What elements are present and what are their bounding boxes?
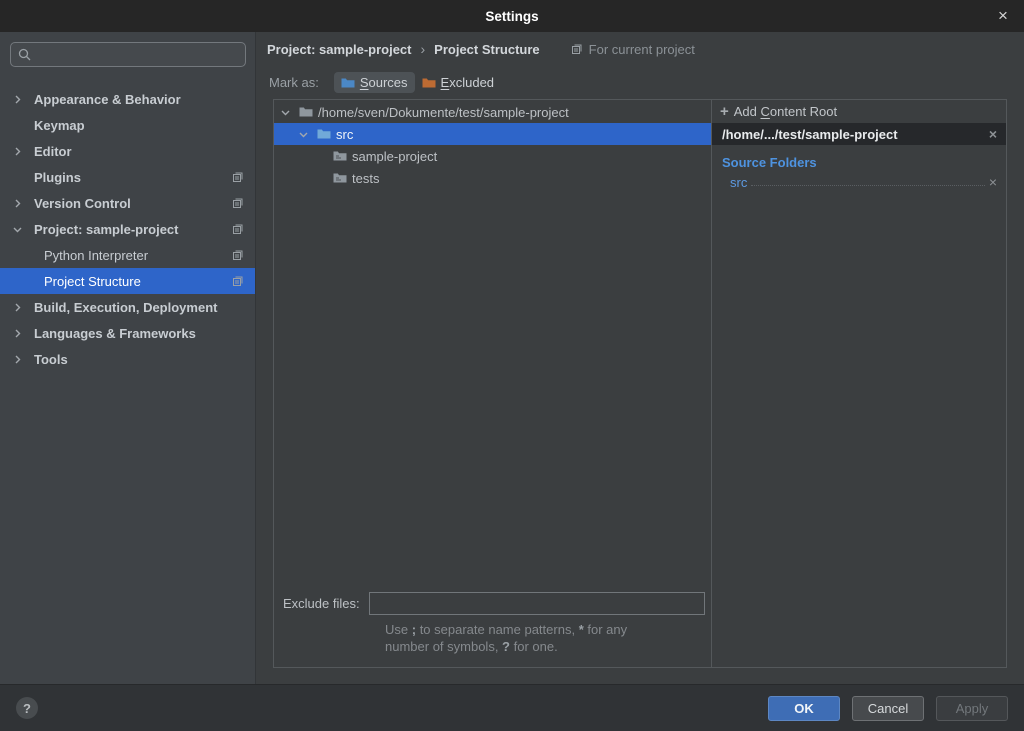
breadcrumb: Project: sample-project › Project Struct… — [256, 32, 1024, 66]
search-box[interactable] — [10, 42, 246, 67]
sidebar-item-keymap[interactable]: Keymap — [0, 112, 255, 138]
chevron-right-icon — [13, 303, 34, 312]
exclude-files-label: Exclude files: — [283, 596, 360, 611]
sidebar-item-label: Languages & Frameworks — [34, 326, 196, 341]
mark-as-excluded-button[interactable]: Excluded — [415, 72, 501, 93]
sidebar-item-version-control[interactable]: Version Control — [0, 190, 255, 216]
content-root-item[interactable]: /home/.../test/sample-project × — [712, 123, 1006, 145]
chevron-right-icon — [13, 329, 34, 338]
structure-panels: /home/sven/Dokumente/test/sample-project… — [273, 99, 1007, 668]
sidebar-item-label: Version Control — [34, 196, 131, 211]
content-roots-panel: + Add Content Root /home/.../test/sample… — [712, 100, 1006, 667]
per-project-badge-icon — [232, 249, 244, 261]
sidebar-item-label: Project Structure — [44, 274, 141, 289]
content-root-path: /home/.../test/sample-project — [722, 127, 898, 142]
sidebar-item-label: Keymap — [34, 118, 85, 133]
sidebar-item-label: Editor — [34, 144, 72, 159]
sidebar-item-label: Python Interpreter — [44, 248, 148, 263]
source-folder-name: src — [730, 175, 747, 190]
source-folder-icon — [317, 128, 331, 140]
scope-indicator: For current project — [571, 42, 695, 57]
main-panel: Project: sample-project › Project Struct… — [256, 32, 1024, 684]
dialog-footer: ? OK Cancel Apply — [0, 684, 1024, 731]
folder-icon — [333, 150, 347, 162]
per-project-badge-icon — [232, 197, 244, 209]
sidebar-item-tools[interactable]: Tools — [0, 346, 255, 372]
per-project-badge-icon — [232, 223, 244, 235]
search-icon — [18, 48, 31, 61]
tree-row-label: sample-project — [352, 149, 437, 164]
sidebar-item-python-interpreter[interactable]: Python Interpreter — [0, 242, 255, 268]
help-button[interactable]: ? — [16, 697, 38, 719]
sidebar-item-label: Build, Execution, Deployment — [34, 300, 217, 315]
sources-folder-icon — [341, 77, 355, 89]
sidebar-item-editor[interactable]: Editor — [0, 138, 255, 164]
tree-row-sample-project[interactable]: sample-project — [274, 145, 711, 167]
sidebar-item-label: Tools — [34, 352, 68, 367]
sidebar-item-label: Plugins — [34, 170, 81, 185]
tree-row-label: /home/sven/Dokumente/test/sample-project — [318, 105, 569, 120]
add-content-root-button[interactable]: + Add Content Root — [712, 100, 1006, 123]
sidebar-item-label: Project: sample-project — [34, 222, 179, 237]
mark-as-sources-button[interactable]: Sources — [334, 72, 415, 93]
source-folder-item[interactable]: src × — [712, 170, 1006, 190]
excluded-folder-icon — [422, 77, 436, 89]
add-content-root-label: Add Content Root — [734, 104, 837, 119]
chevron-right-icon — [13, 355, 34, 364]
window-title: Settings — [485, 9, 538, 24]
tree-row-src[interactable]: src — [274, 123, 711, 145]
mark-as-toolbar: Mark as: Sources Excluded — [256, 66, 1024, 99]
tree-row-content-root[interactable]: /home/sven/Dokumente/test/sample-project — [274, 101, 711, 123]
window-close-icon[interactable]: × — [991, 0, 1015, 32]
apply-button[interactable]: Apply — [936, 696, 1008, 721]
breadcrumb-page: Project Structure — [434, 42, 539, 57]
source-folders-heading: Source Folders — [712, 145, 1006, 170]
tree-row-label: src — [336, 127, 353, 142]
sources-label: Sources — [360, 75, 408, 90]
search-input[interactable] — [37, 47, 238, 62]
sidebar-nav: Appearance & Behavior Keymap Editor Plug… — [0, 86, 255, 372]
cancel-button[interactable]: Cancel — [852, 696, 924, 721]
plus-icon: + — [720, 103, 729, 120]
sidebar-item-project-structure[interactable]: Project Structure — [0, 268, 255, 294]
per-project-badge-icon — [571, 43, 583, 55]
tree-row-label: tests — [352, 171, 379, 186]
sidebar-item-languages-frameworks[interactable]: Languages & Frameworks — [0, 320, 255, 346]
breadcrumb-project[interactable]: Project: sample-project — [267, 42, 412, 57]
exclude-files-input[interactable] — [369, 592, 705, 615]
sidebar-item-project[interactable]: Project: sample-project — [0, 216, 255, 242]
folder-icon — [333, 172, 347, 184]
sidebar-item-label: Appearance & Behavior — [34, 92, 181, 107]
chevron-right-icon — [13, 95, 34, 104]
exclude-files-section: Exclude files: Use ; to separate name pa… — [274, 586, 711, 667]
settings-dialog: Settings × Appearance & Behavior Keymap — [0, 0, 1024, 731]
chevron-right-icon — [13, 147, 34, 156]
mark-as-label: Mark as: — [269, 75, 319, 90]
chevron-right-icon — [13, 199, 34, 208]
sidebar-item-appearance-behavior[interactable]: Appearance & Behavior — [0, 86, 255, 112]
scope-label: For current project — [589, 42, 695, 57]
remove-content-root-icon[interactable]: × — [989, 126, 997, 142]
per-project-badge-icon — [232, 171, 244, 183]
exclude-files-hint: Use ; to separate name patterns, * for a… — [385, 621, 705, 655]
dotted-leader — [751, 185, 984, 186]
chevron-down-icon[interactable] — [281, 108, 290, 117]
remove-source-folder-icon[interactable]: × — [989, 174, 997, 190]
ok-button[interactable]: OK — [768, 696, 840, 721]
settings-sidebar: Appearance & Behavior Keymap Editor Plug… — [0, 32, 256, 684]
sidebar-item-build-execution-deployment[interactable]: Build, Execution, Deployment — [0, 294, 255, 320]
directory-tree-panel: /home/sven/Dokumente/test/sample-project… — [274, 100, 712, 667]
excluded-label: Excluded — [441, 75, 494, 90]
titlebar: Settings × — [0, 0, 1024, 32]
per-project-badge-icon — [232, 275, 244, 287]
sidebar-item-plugins[interactable]: Plugins — [0, 164, 255, 190]
chevron-down-icon — [13, 225, 34, 234]
tree-row-tests[interactable]: tests — [274, 167, 711, 189]
folder-icon — [299, 106, 313, 118]
breadcrumb-separator: › — [421, 41, 426, 57]
directory-tree: /home/sven/Dokumente/test/sample-project… — [274, 100, 711, 586]
chevron-down-icon[interactable] — [299, 130, 308, 139]
